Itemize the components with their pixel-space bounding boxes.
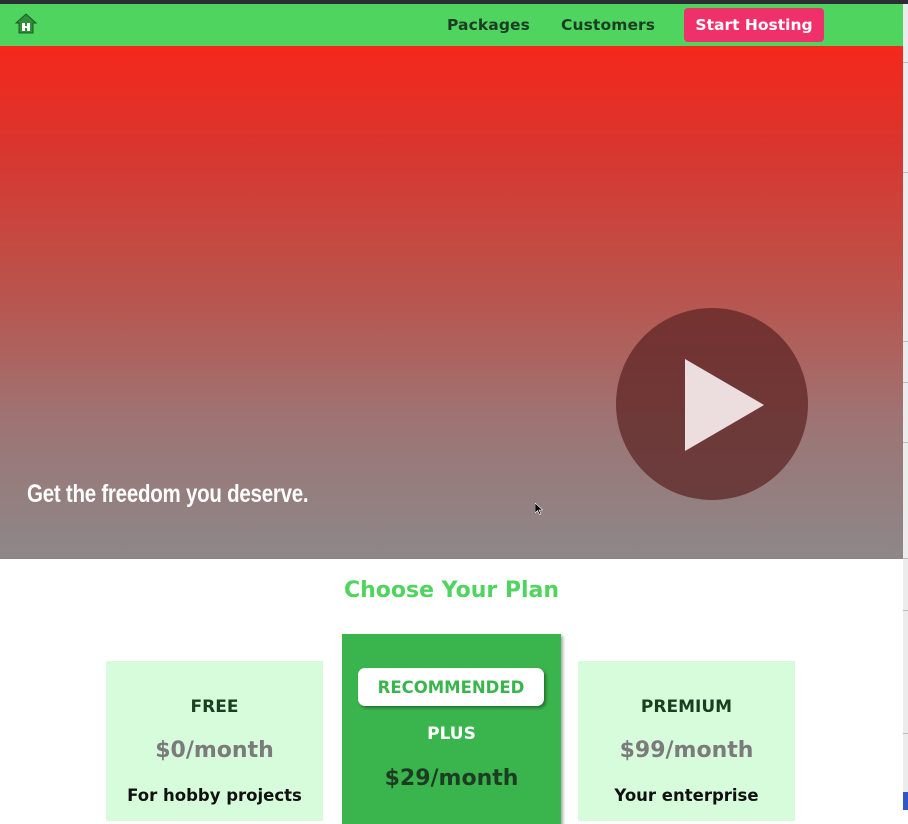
scrollbar-tick [903,341,908,342]
plan-card-plus[interactable]: RECOMMENDED PLUS $29/month [342,634,561,824]
nav-packages-link[interactable]: Packages [447,16,530,34]
plan-price: $29/month [384,766,519,791]
navbar: Packages Customers Start Hosting [0,4,903,46]
play-icon [685,359,764,451]
scrollbar[interactable] [903,4,908,810]
play-button[interactable] [616,308,808,500]
hero-tagline: Get the freedom you deserve. [27,480,309,508]
scrollbar-tick [903,442,908,443]
start-hosting-button[interactable]: Start Hosting [684,8,824,42]
scrollbar-tick [903,610,908,611]
scrollbar-thumb[interactable] [903,792,908,810]
recommended-badge: RECOMMENDED [358,668,544,706]
plans-title: Choose Your Plan [343,578,560,603]
scrollbar-tick [903,558,908,559]
scrollbar-tick [903,733,908,734]
nav-customers-link[interactable]: Customers [561,16,655,34]
hero-section: Get the freedom you deserve. [0,46,903,559]
plan-card-free[interactable]: FREE $0/month For hobby projects [106,661,323,821]
plan-description: Your enterprise [614,786,759,805]
plan-name: PLUS [427,724,476,744]
scrollbar-tick [903,172,908,173]
scrollbar-tick [903,62,908,63]
house-icon[interactable] [14,12,38,36]
plan-name: PREMIUM [640,697,733,717]
plan-name: FREE [190,697,239,717]
scrollbar-tick [903,382,908,383]
plan-card-premium[interactable]: PREMIUM $99/month Your enterprise [578,661,795,821]
plan-price: $99/month [619,738,754,763]
plan-price: $0/month [155,738,274,763]
plan-description: For hobby projects [127,786,302,805]
mouse-cursor-icon [535,503,544,515]
